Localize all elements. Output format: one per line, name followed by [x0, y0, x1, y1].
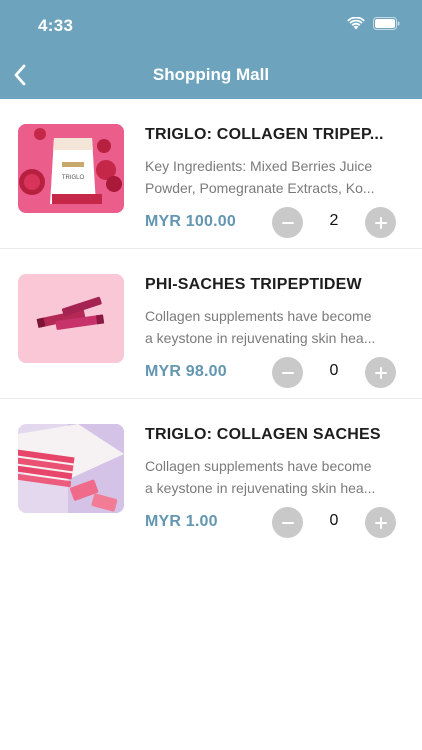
- svg-text:TRIGLO: TRIGLO: [62, 175, 85, 181]
- product-description: Collagen supplements have become a keyst…: [145, 455, 407, 499]
- minus-icon: [281, 521, 294, 524]
- description-line: a keystone in rejuvenating skin hea...: [145, 330, 376, 346]
- decrement-button[interactable]: [272, 507, 303, 538]
- product-price: MYR 98.00: [145, 363, 227, 380]
- product-image: TRIGLO: [18, 124, 124, 213]
- page-title: Shopping Mall: [152, 65, 270, 84]
- product-title[interactable]: TRIGLO: COLLAGEN TRIPEP...: [145, 126, 407, 144]
- product-price: MYR 1.00: [145, 513, 218, 530]
- app-header: 4:33 Shopping Mall: [0, 0, 422, 99]
- quantity-stepper: 0: [272, 357, 396, 389]
- product-list: TRIGLO TRIGLO: COLLAGEN TRIPEP... Key In…: [0, 99, 422, 549]
- minus-icon: [281, 371, 294, 374]
- product-row[interactable]: TRIGLO: COLLAGEN SACHES Collagen supplem…: [0, 399, 422, 549]
- product-image: [18, 424, 124, 513]
- quantity-value: 2: [329, 212, 339, 229]
- increment-button[interactable]: [365, 357, 396, 388]
- status-time: 4:33: [38, 16, 74, 35]
- plus-icon: [374, 216, 387, 229]
- description-line: Powder, Pomegranate Extracts, Ko...: [145, 180, 375, 196]
- quantity-value: 0: [329, 362, 339, 379]
- product-row[interactable]: TRIGLO TRIGLO: COLLAGEN TRIPEP... Key In…: [0, 99, 422, 249]
- description-line: Key Ingredients: Mixed Berries Juice: [145, 158, 373, 174]
- product-price: MYR 100.00: [145, 213, 236, 230]
- decrement-button[interactable]: [272, 357, 303, 388]
- quantity-stepper: 2: [272, 207, 396, 239]
- decrement-button[interactable]: [272, 207, 303, 238]
- quantity-stepper: 0: [272, 507, 396, 539]
- product-row[interactable]: PHI-SACHES TRIPEPTIDEW Collagen suppleme…: [0, 249, 422, 399]
- description-line: Collagen supplements have become: [145, 308, 372, 324]
- product-title[interactable]: PHI-SACHES TRIPEPTIDEW: [145, 276, 407, 294]
- battery-icon: [373, 17, 400, 30]
- increment-button[interactable]: [365, 207, 396, 238]
- status-icons: [347, 17, 400, 30]
- wifi-icon: [347, 17, 365, 30]
- increment-button[interactable]: [365, 507, 396, 538]
- minus-icon: [281, 221, 294, 224]
- product-image: [18, 274, 124, 363]
- product-description: Key Ingredients: Mixed Berries Juice Pow…: [145, 155, 407, 199]
- product-description: Collagen supplements have become a keyst…: [145, 305, 407, 349]
- product-title[interactable]: TRIGLO: COLLAGEN SACHES: [145, 426, 407, 444]
- plus-icon: [374, 366, 387, 379]
- description-line: Collagen supplements have become: [145, 458, 372, 474]
- plus-icon: [374, 516, 387, 529]
- description-line: a keystone in rejuvenating skin hea...: [145, 480, 376, 496]
- quantity-value: 0: [329, 512, 339, 529]
